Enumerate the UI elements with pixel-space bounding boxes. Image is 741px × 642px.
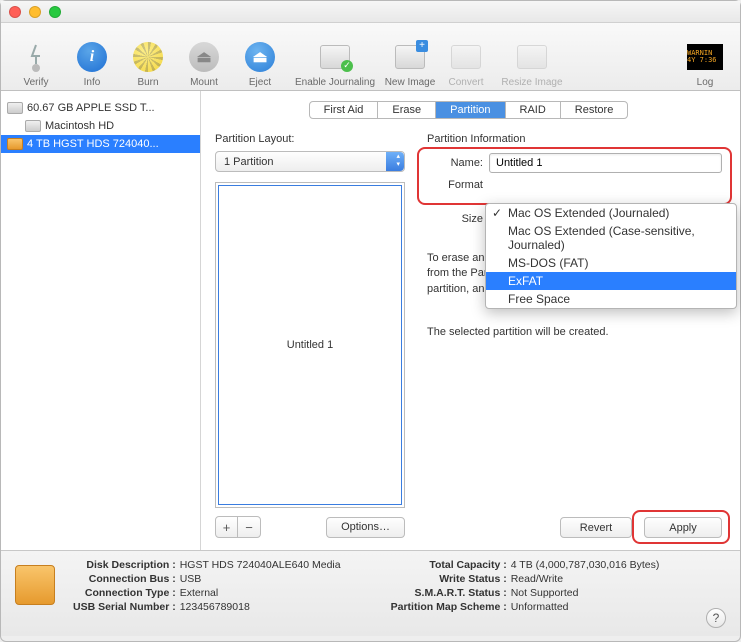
options-button[interactable]: Options… (326, 517, 405, 538)
tab-raid[interactable]: RAID (506, 102, 561, 118)
format-field-label: Format (427, 179, 483, 191)
partition-diagram[interactable]: Untitled 1 (215, 182, 405, 508)
disk-description-value: HGST HDS 724040ALE640 Media (180, 559, 341, 571)
sidebar-item-disk0[interactable]: 60.67 GB APPLE SSD T... (1, 99, 200, 117)
sidebar-item-label: 60.67 GB APPLE SSD T... (27, 102, 155, 114)
usb-serial-value: 123456789018 (180, 601, 341, 613)
journal-icon: ✓ (320, 45, 350, 69)
usb-serial-key: USB Serial Number : (73, 601, 176, 613)
sidebar-item-label: Macintosh HD (45, 120, 114, 132)
connection-bus-value: USB (180, 573, 341, 585)
resize-image-label: Resize Image (501, 77, 562, 88)
resize-icon (517, 45, 547, 69)
info-icon: i (77, 42, 107, 72)
mount-button[interactable]: ⏏ Mount (177, 30, 231, 88)
add-partition-button[interactable]: + (216, 517, 238, 537)
format-option[interactable]: MS-DOS (FAT) (486, 254, 736, 272)
apply-button[interactable]: Apply (644, 517, 722, 538)
minimize-window-button[interactable] (29, 6, 41, 18)
enable-journaling-label: Enable Journaling (295, 77, 375, 88)
close-window-button[interactable] (9, 6, 21, 18)
new-image-button[interactable]: + New Image (383, 30, 437, 88)
log-button[interactable]: WARNIN 4Y 7:36 Log (678, 30, 732, 88)
burn-label: Burn (137, 77, 158, 88)
verify-label: Verify (23, 77, 48, 88)
partition-name-input[interactable] (489, 153, 722, 173)
new-image-icon: + (395, 45, 425, 69)
partition-map-value: Unformatted (511, 601, 660, 613)
zoom-window-button[interactable] (49, 6, 61, 18)
disk-sidebar: 60.67 GB APPLE SSD T... Macintosh HD 4 T… (1, 91, 201, 550)
eject-button[interactable]: ⏏ Eject (233, 30, 287, 88)
convert-icon (451, 45, 481, 69)
smart-status-value: Not Supported (511, 587, 660, 599)
partition-info-label: Partition Information (427, 133, 722, 145)
disk-description-key: Disk Description : (73, 559, 176, 571)
sidebar-item-volume0[interactable]: Macintosh HD (1, 117, 200, 135)
enable-journaling-button[interactable]: ✓ Enable Journaling (289, 30, 381, 88)
total-capacity-key: Total Capacity : (391, 559, 507, 571)
partition-layout-label: Partition Layout: (215, 133, 405, 145)
convert-button[interactable]: Convert (439, 30, 493, 88)
disk-info-footer: Disk Description : HGST HDS 724040ALE640… (1, 550, 740, 636)
burn-button[interactable]: Burn (121, 30, 175, 88)
partition-layout-select[interactable]: 1 Partition (215, 151, 405, 172)
eject-label: Eject (249, 77, 271, 88)
disk-icon (7, 102, 23, 114)
sidebar-item-label: 4 TB HGST HDS 724040... (27, 138, 159, 150)
revert-button[interactable]: Revert (560, 517, 632, 538)
help-text-created: The selected partition will be created. (427, 325, 722, 340)
info-button[interactable]: i Info (65, 30, 119, 88)
partition-segment-label: Untitled 1 (287, 339, 333, 351)
disk-icon (15, 565, 55, 605)
connection-bus-key: Connection Bus : (73, 573, 176, 585)
burn-icon (133, 42, 163, 72)
info-label: Info (84, 77, 101, 88)
verify-button[interactable]: Verify (9, 30, 63, 88)
mount-icon: ⏏ (189, 42, 219, 72)
format-dropdown-menu: Mac OS Extended (Journaled) Mac OS Exten… (485, 203, 737, 309)
sidebar-item-disk1[interactable]: 4 TB HGST HDS 724040... (1, 135, 200, 153)
tab-erase[interactable]: Erase (378, 102, 436, 118)
log-icon: WARNIN 4Y 7:36 (687, 44, 723, 70)
connection-type-key: Connection Type : (73, 587, 176, 599)
disk-icon (25, 120, 41, 132)
format-option[interactable]: Mac OS Extended (Journaled) (486, 204, 736, 222)
disk-icon (7, 138, 23, 150)
help-button[interactable]: ? (706, 608, 726, 628)
tab-restore[interactable]: Restore (561, 102, 628, 118)
partition-diagram-segment[interactable]: Untitled 1 (218, 185, 402, 505)
toolbar: Verify i Info Burn ⏏ Mount ⏏ Eject ✓ Ena… (1, 23, 740, 91)
partition-layout-value: 1 Partition (224, 156, 274, 168)
new-image-label: New Image (385, 77, 436, 88)
convert-label: Convert (448, 77, 483, 88)
window-titlebar (1, 1, 740, 23)
total-capacity-value: 4 TB (4,000,787,030,016 Bytes) (511, 559, 660, 571)
remove-partition-button[interactable]: − (238, 517, 260, 537)
smart-status-key: S.M.A.R.T. Status : (391, 587, 507, 599)
format-option[interactable]: ExFAT (486, 272, 736, 290)
size-field-label: Size (427, 213, 483, 225)
tab-bar: First Aid Erase Partition RAID Restore (309, 101, 629, 119)
tab-first-aid[interactable]: First Aid (310, 102, 379, 118)
connection-type-value: External (180, 587, 341, 599)
write-status-value: Read/Write (511, 573, 660, 585)
tab-partition[interactable]: Partition (436, 102, 505, 118)
write-status-key: Write Status : (391, 573, 507, 585)
resize-image-button[interactable]: Resize Image (495, 30, 569, 88)
mount-label: Mount (190, 77, 218, 88)
format-option[interactable]: Free Space (486, 290, 736, 308)
eject-icon: ⏏ (245, 42, 275, 72)
name-field-label: Name: (427, 157, 483, 169)
format-option[interactable]: Mac OS Extended (Case-sensitive, Journal… (486, 222, 736, 254)
partition-map-key: Partition Map Scheme : (391, 601, 507, 613)
log-label: Log (697, 77, 714, 88)
